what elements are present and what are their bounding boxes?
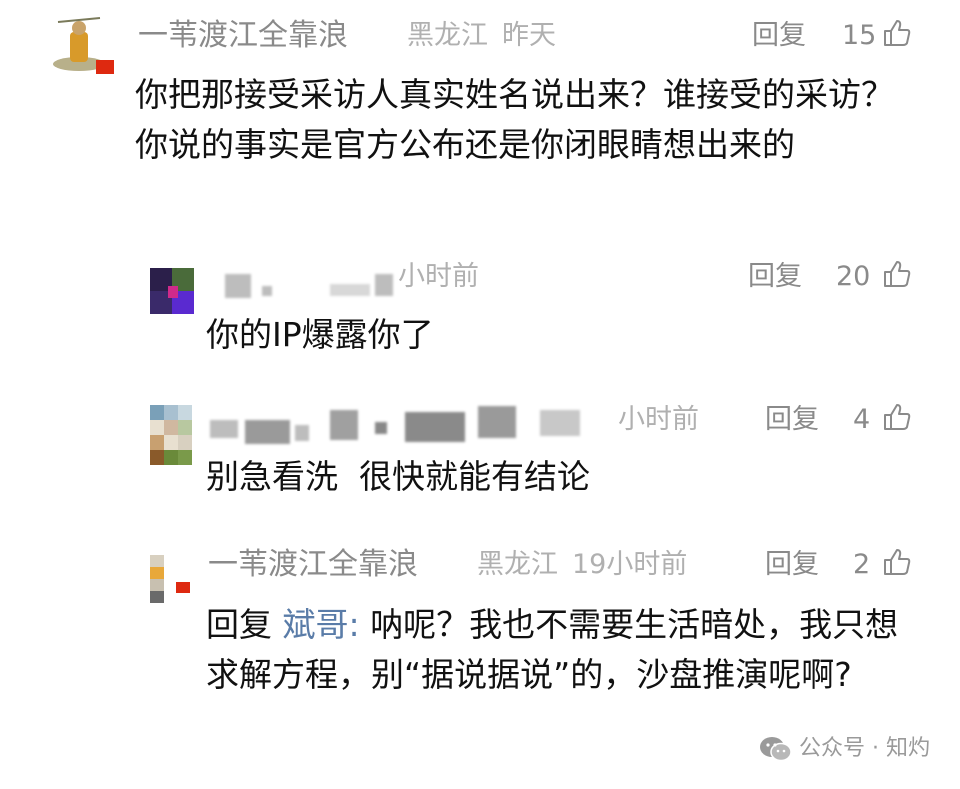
thumbs-up-icon[interactable]	[882, 402, 912, 432]
watermark-text: 公众号 · 知灼	[799, 736, 930, 761]
thumbs-up-icon[interactable]	[882, 18, 912, 48]
like-count: 20	[836, 261, 871, 292]
flag-icon	[176, 582, 190, 593]
masked-username	[375, 274, 393, 296]
masked-username	[330, 410, 358, 440]
comment-time: 19小时前	[572, 549, 688, 580]
comment-location: 黑龙江	[477, 549, 558, 580]
comment-time: 小时前	[618, 404, 699, 435]
comment-time: 小时前	[398, 261, 479, 292]
avatar[interactable]	[150, 405, 192, 465]
reply-button[interactable]: 回复	[765, 547, 819, 583]
avatar[interactable]	[150, 268, 194, 314]
thumbs-up-icon[interactable]	[882, 259, 912, 289]
watermark: 公众号 · 知灼	[759, 733, 930, 765]
reply-button[interactable]: 回复	[748, 259, 802, 295]
reply-prefix: 回复	[206, 605, 272, 644]
like-count: 4	[853, 404, 871, 435]
mention-link[interactable]: 斌哥	[283, 605, 349, 644]
masked-username	[330, 284, 370, 296]
masked-username	[262, 286, 272, 296]
comment-location: 黑龙江	[407, 20, 488, 51]
reply-button[interactable]: 回复	[765, 402, 819, 438]
mention-colon: :	[348, 605, 360, 644]
wechat-icon	[760, 737, 792, 762]
comment-text: 你把那接受采访人真实姓名说出来？谁接受的采访？你说的事实是官方公布还是你闭眼睛想…	[135, 75, 894, 164]
flag-icon	[96, 60, 114, 74]
masked-username	[225, 274, 251, 298]
comment-time: 昨天	[502, 20, 556, 51]
masked-username	[540, 410, 580, 436]
reply-button[interactable]: 回复	[752, 18, 806, 54]
masked-username	[245, 420, 290, 444]
masked-username	[375, 422, 387, 434]
comment-text: 你的IP爆露你了	[206, 315, 434, 354]
like-count: 2	[853, 549, 871, 580]
masked-username	[210, 420, 238, 438]
comment-text: 回复 斌哥: 呐呢？我也不需要生活暗处，我只想求解方程，别“据说据说”的，沙盘推…	[206, 600, 910, 700]
masked-username	[405, 412, 465, 442]
commenter-name[interactable]: 一苇渡江全靠浪	[208, 547, 418, 583]
avatar[interactable]	[150, 555, 178, 603]
masked-username	[295, 425, 309, 441]
like-count: 15	[842, 20, 877, 51]
thumbs-up-icon[interactable]	[882, 547, 912, 577]
commenter-name[interactable]: 一苇渡江全靠浪	[138, 18, 348, 54]
masked-username	[478, 406, 516, 438]
comment-text: 别急看洗 很快就能有结论	[206, 457, 590, 496]
